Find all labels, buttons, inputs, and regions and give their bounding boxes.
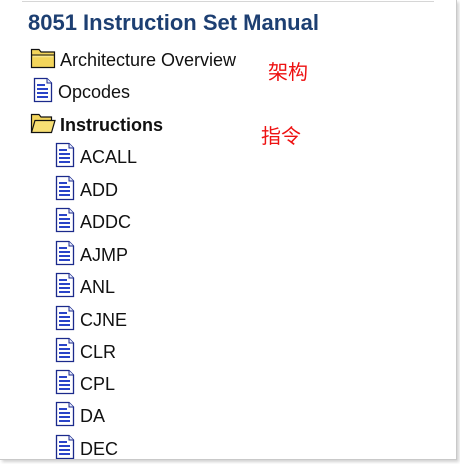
tree-child-clr[interactable]: CLR [54, 337, 117, 368]
tree-child-cpl[interactable]: CPL [54, 369, 116, 400]
tree-child-ajmp[interactable]: AJMP [54, 240, 129, 271]
tree-child-anl[interactable]: ANL [54, 272, 116, 303]
tree-child-label: ANL [80, 276, 116, 297]
tree-item-label: Architecture Overview [60, 49, 237, 70]
page-icon [54, 401, 76, 432]
manual-window: 8051 Instruction Set Manual Architecture… [0, 0, 457, 460]
tree-child-label: AJMP [80, 244, 129, 265]
tree-child-dec[interactable]: DEC [54, 434, 119, 460]
page-icon [54, 207, 76, 238]
tree-item-label: Opcodes [58, 81, 131, 102]
annotation-architecture: 架构 [268, 60, 308, 84]
page-icon [54, 337, 76, 368]
tree-child-cjne[interactable]: CJNE [54, 305, 128, 336]
page-icon [54, 369, 76, 400]
tree-item-architecture-overview[interactable]: Architecture Overview [30, 46, 236, 74]
page-icon [54, 305, 76, 336]
page-icon [54, 142, 76, 173]
tree-child-acall[interactable]: ACALL [54, 142, 138, 173]
tree-child-da[interactable]: DA [54, 401, 106, 432]
tree-child-label: ADD [80, 179, 119, 200]
tree-child-label: DA [80, 405, 106, 426]
page-icon [54, 272, 76, 303]
tree-item-label: Instructions [60, 114, 164, 135]
tree-child-label: ACALL [80, 146, 138, 167]
tree-item-opcodes[interactable]: Opcodes [32, 77, 131, 108]
tree-child-label: CLR [80, 341, 117, 362]
folder-closed-icon [30, 47, 56, 74]
tree-child-addc[interactable]: ADDC [54, 207, 132, 238]
annotation-instructions: 指令 [261, 124, 301, 148]
tree-child-label: CJNE [80, 309, 128, 330]
page-icon [32, 77, 54, 108]
tree-child-label: DEC [80, 438, 119, 459]
page-icon [54, 434, 76, 460]
tree-child-label: ADDC [80, 211, 132, 232]
folder-open-icon [30, 112, 56, 139]
tree-item-instructions[interactable]: Instructions [30, 111, 163, 139]
page-icon [54, 240, 76, 271]
tree-child-label: CPL [80, 373, 116, 394]
tree-child-add[interactable]: ADD [54, 175, 119, 206]
contents-tree: Architecture Overview Opcodes Instructio… [0, 0, 456, 459]
page-icon [54, 175, 76, 206]
